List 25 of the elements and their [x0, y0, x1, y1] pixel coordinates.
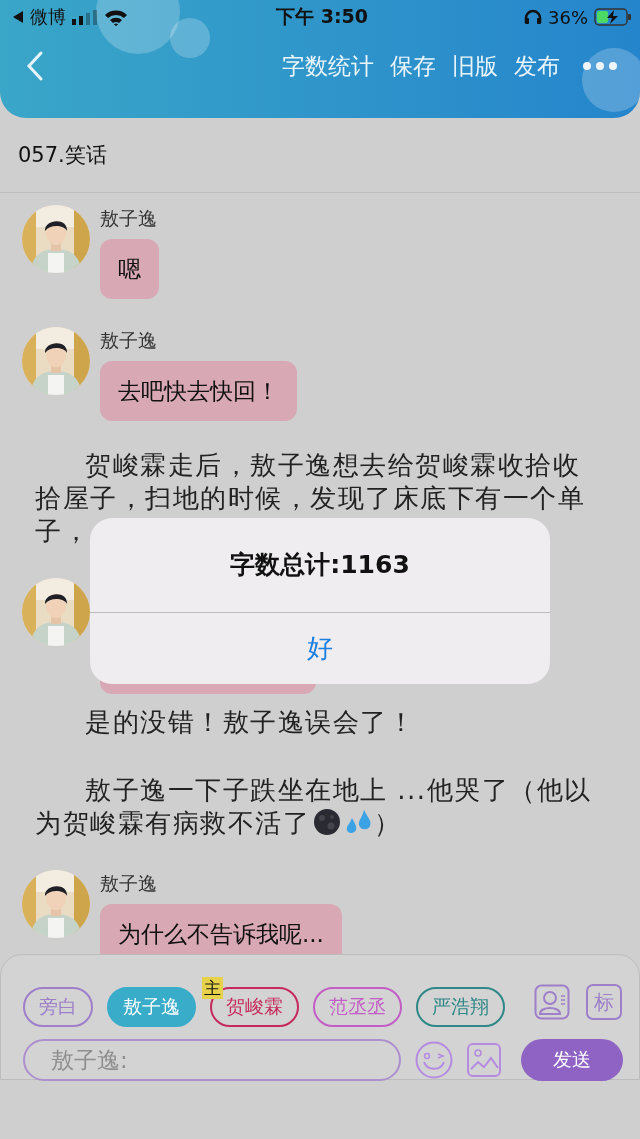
battery-percent: 36% — [548, 6, 588, 28]
chapter-title: 057.笑话 — [0, 118, 640, 193]
speaker-name: 敖子逸 — [100, 206, 157, 231]
alert-message: 字数总计:1163 — [90, 518, 550, 613]
nav-action[interactable]: 发布 — [508, 50, 566, 82]
narration-text: 敖子逸一下子跌坐在地上 ...他哭了（他以为贺峻霖有病救不活了 ） — [34, 774, 593, 840]
speaker-name: 敖子逸 — [100, 328, 157, 353]
message-bubble: 去吧快去快回！ — [100, 361, 297, 421]
nav-action[interactable]: 字数统计 — [276, 50, 380, 82]
role-chip[interactable]: 范丞丞 — [313, 987, 402, 1027]
back-app-label[interactable]: 微博 — [30, 5, 66, 29]
lead-badge: 主 — [202, 977, 223, 999]
speaker-name: 敖子逸 — [100, 871, 157, 896]
message-bubble: 嗯 — [100, 239, 159, 299]
ok-button[interactable]: 好 — [90, 613, 550, 684]
role-chip[interactable]: 严浩翔 — [416, 987, 505, 1027]
nav-action[interactable]: 保存 — [384, 50, 442, 82]
input-field[interactable]: 敖子逸: — [23, 1039, 401, 1081]
tag-button[interactable]: 标 — [586, 984, 622, 1020]
send-button[interactable]: 发送 — [521, 1039, 623, 1081]
status-time: 下午 3:50 — [276, 4, 368, 29]
nav-action[interactable]: 旧版 — [446, 50, 504, 82]
role-chip[interactable]: 敖子逸 — [107, 987, 196, 1027]
role-chip[interactable]: 旁白 — [23, 987, 93, 1027]
narration-text: 是的没错！敖子逸误会了！ — [84, 706, 416, 739]
